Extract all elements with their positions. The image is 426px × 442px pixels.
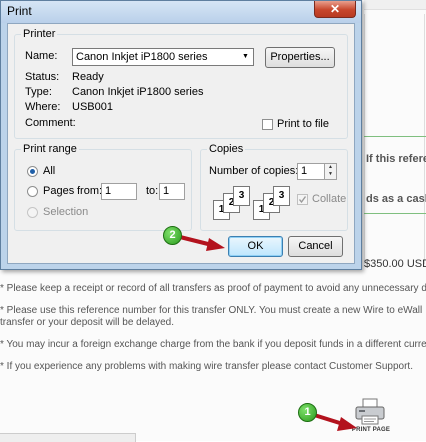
arrow-to-print-page bbox=[309, 412, 357, 431]
step-two-marker: 2 bbox=[163, 226, 182, 245]
step-one-marker: 1 bbox=[298, 403, 317, 422]
arrow-to-ok bbox=[174, 234, 225, 251]
annotation-arrows bbox=[174, 234, 357, 431]
